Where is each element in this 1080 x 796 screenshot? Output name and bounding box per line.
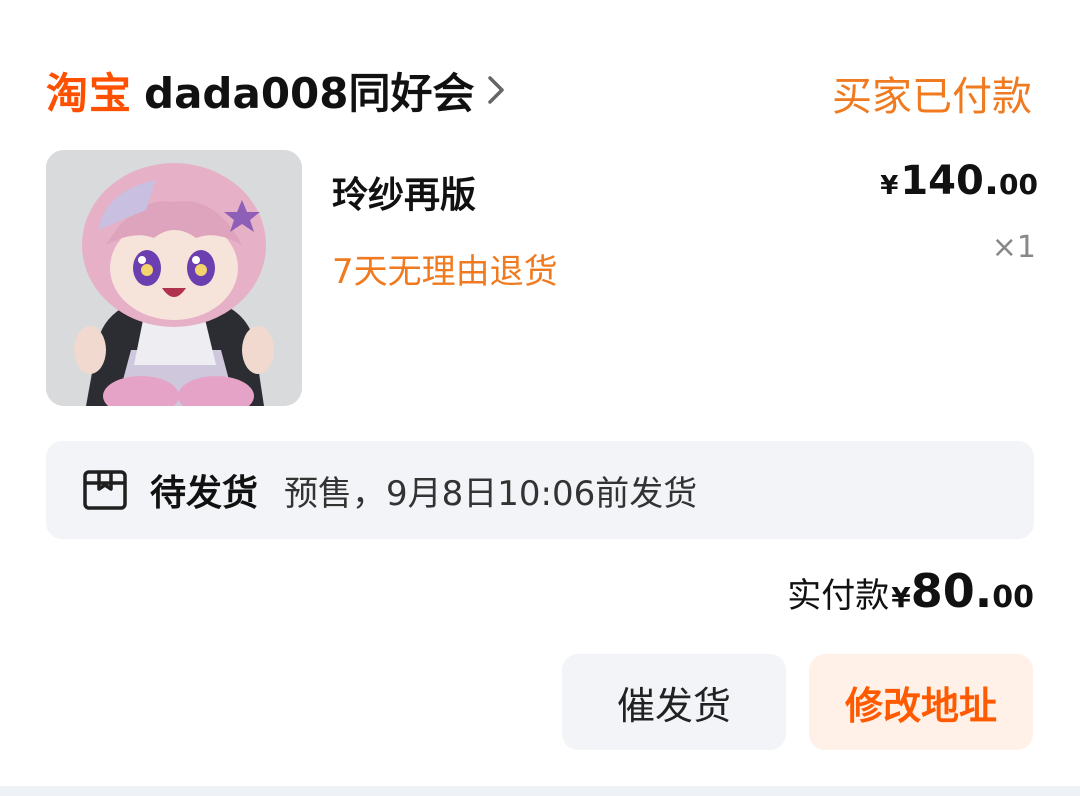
payment-label: 实付款 [787, 576, 890, 616]
order-status: 买家已付款 [832, 74, 1032, 120]
box-icon [82, 467, 128, 513]
shipping-status-panel[interactable]: 待发货 预售，9月8日10:06前发货 [46, 441, 1034, 539]
section-divider [0, 786, 1080, 796]
payment-currency: ¥ [891, 581, 911, 614]
shipping-detail: 预售，9月8日10:06前发货 [284, 473, 698, 514]
product-price: ¥ 140. 00 [880, 158, 1038, 204]
change-address-button[interactable]: 修改地址 [809, 654, 1033, 750]
chevron-right-icon [485, 73, 507, 107]
product-quantity: ×1 [991, 230, 1036, 265]
taobao-logo: 淘宝 [46, 68, 133, 118]
product-title[interactable]: 玲纱再版 [332, 166, 476, 218]
shop-header[interactable]: 淘宝 dada008同好会 [46, 60, 507, 120]
shipping-label: 待发货 [150, 473, 259, 514]
order-card[interactable]: 淘宝 dada008同好会 买家已付款 玲纱再版 7天无理由退货 ¥ 140. … [0, 0, 1080, 786]
price-decimal: 00 [999, 168, 1038, 201]
product-image[interactable] [46, 150, 302, 406]
return-policy-tag: 7天无理由退货 [332, 252, 558, 292]
price-currency: ¥ [880, 171, 899, 201]
payment-decimal: 00 [992, 580, 1034, 615]
payment-integer: 80. [910, 564, 993, 618]
shop-name[interactable]: dada008同好会 [144, 60, 474, 121]
actual-payment: 实付款 ¥ 80. 00 [787, 564, 1034, 618]
price-integer: 140. [900, 158, 1000, 204]
urge-shipping-button[interactable]: 催发货 [562, 654, 786, 750]
